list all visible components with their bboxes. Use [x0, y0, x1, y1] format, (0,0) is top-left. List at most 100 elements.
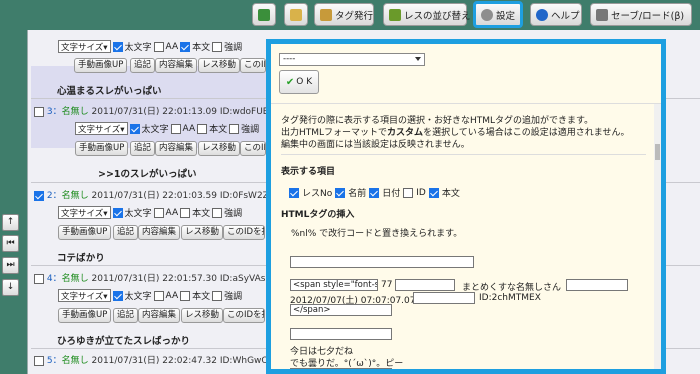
tag-issue-label: タグ発行 [335, 10, 374, 22]
sort-icon [389, 8, 401, 21]
post5-checkbox[interactable] [34, 355, 44, 366]
append-button[interactable]: 追記 [113, 225, 139, 240]
help-button[interactable]: ヘルプ [530, 3, 582, 26]
span-close-input[interactable]: </span> [290, 304, 392, 316]
aa-label: AA [165, 207, 179, 218]
extract-id-button[interactable]: このIDを抽出 [223, 308, 265, 323]
after-name-input[interactable] [566, 279, 628, 291]
bold-label: 太文字 [141, 125, 169, 135]
scroll-down-button[interactable]: ↓ [2, 279, 19, 296]
bold-label: 太文字 [124, 209, 152, 219]
font-size-select[interactable]: 文字サイズ▾ [58, 289, 111, 302]
body-label: 本文 [192, 209, 211, 219]
post2-controls: 文字サイズ▾ 太文字 AA 本文 強調 [58, 206, 242, 219]
post2-header: 2：名無し 2011/07/31(日) 22:01:03.59 ID:0FsW2… [34, 188, 290, 201]
sort-replies-button[interactable]: レスの並び替え [383, 3, 471, 26]
resno-checkbox[interactable] [289, 187, 299, 198]
post5-header: 5：名無し 2011/07/31(日) 22:02:47.32 ID:WhGwO… [34, 353, 292, 366]
body-checkbox[interactable] [428, 187, 439, 198]
aa-checkbox[interactable] [170, 123, 181, 134]
font-size-select[interactable]: 文字サイズ▾ [58, 40, 111, 53]
body-checkbox[interactable] [180, 290, 191, 301]
post5-number: 5： [46, 356, 62, 366]
extract-id-button[interactable]: このIDを抽出 [240, 141, 266, 156]
aa-checkbox[interactable] [153, 290, 164, 301]
html-insert-heading: HTMLタグの挿入 [281, 210, 355, 220]
edit-content-button[interactable]: 内容編集 [138, 308, 181, 323]
save-load-button[interactable]: セーブ/ロード(β) [590, 3, 692, 26]
scrollbar[interactable] [654, 104, 661, 369]
post2-checkbox[interactable] [34, 190, 44, 201]
post4-checkbox[interactable] [34, 273, 44, 284]
font-size-select[interactable]: 文字サイズ▾ [75, 122, 128, 135]
document-button[interactable] [284, 3, 308, 26]
post3-controls: 文字サイズ▾ 太文字 AA 本文 強調 [75, 122, 259, 135]
bold-checkbox[interactable] [112, 41, 123, 52]
upload-image-button[interactable]: 手動画像UP [74, 58, 128, 73]
font-size-select[interactable]: 文字サイズ▾ [58, 206, 111, 219]
extract-id-button[interactable]: このIDを抽出 [223, 225, 265, 240]
upload-image-button[interactable]: 手動画像UP [75, 141, 129, 156]
edit-content-button[interactable]: 内容編集 [155, 141, 198, 156]
append-button[interactable]: 追記 [130, 141, 156, 156]
emph-checkbox[interactable] [229, 123, 240, 134]
body-checkbox[interactable] [180, 207, 191, 218]
after-resno-input[interactable] [395, 279, 455, 291]
edit-content-button[interactable]: 内容編集 [155, 58, 198, 73]
spreadsheet-button[interactable] [252, 3, 276, 26]
append-button[interactable]: 追記 [113, 308, 139, 323]
aa-checkbox[interactable] [153, 41, 164, 52]
preset-select[interactable]: ---- [279, 53, 425, 66]
emph-label: 強調 [224, 292, 243, 302]
check-icon: ✔ [285, 76, 295, 88]
html-input-1[interactable] [290, 256, 474, 268]
aa-label: AA [182, 123, 196, 134]
move-reply-button[interactable]: レス移動 [198, 58, 241, 73]
upload-image-button[interactable]: 手動画像UP [58, 225, 112, 240]
date-checkbox[interactable] [369, 187, 380, 198]
before-body-input[interactable] [290, 328, 392, 340]
aa-label: AA [165, 290, 179, 301]
settings-button[interactable]: 設定 [473, 1, 523, 28]
post3-checkbox[interactable] [34, 106, 44, 117]
scroll-up-button[interactable]: ↑ [2, 214, 19, 231]
post2-number: 2： [46, 191, 62, 201]
bold-checkbox[interactable] [112, 290, 123, 301]
post4-controls: 文字サイズ▾ 太文字 AA 本文 強調 [58, 289, 242, 302]
ok-button[interactable]: ✔ O K [279, 70, 319, 94]
bold-checkbox[interactable] [129, 123, 140, 134]
edit-content-button[interactable]: 内容編集 [138, 225, 181, 240]
document-icon [290, 8, 302, 21]
jump-last-button[interactable]: ⏭ [2, 257, 19, 274]
emph-checkbox[interactable] [212, 290, 223, 301]
append-button[interactable]: 追記 [130, 58, 156, 73]
tag-issue-button[interactable]: タグ発行 [314, 3, 374, 26]
span-open-input[interactable]: <span style="font-size: 12 [290, 279, 378, 291]
scrollbar-thumb[interactable] [655, 144, 660, 160]
move-reply-button[interactable]: レス移動 [181, 308, 224, 323]
id-checkbox[interactable] [403, 187, 414, 198]
emph-checkbox[interactable] [212, 207, 223, 218]
aa-checkbox[interactable] [153, 207, 164, 218]
move-reply-button[interactable]: レス移動 [181, 225, 224, 240]
tag-icon [320, 8, 332, 21]
bold-label: 太文字 [124, 292, 152, 302]
bold-checkbox[interactable] [112, 207, 123, 218]
toolbar: タグ発行 レスの並び替え 設定 ヘルプ セーブ/ロード(β) [0, 0, 700, 30]
upload-image-button[interactable]: 手動画像UP [58, 308, 112, 323]
jump-first-button[interactable]: ⏮ [2, 235, 19, 252]
move-reply-button[interactable]: レス移動 [198, 141, 241, 156]
name-checkbox[interactable] [335, 187, 346, 198]
body-checkbox[interactable] [180, 41, 191, 52]
emph-label: 強調 [241, 125, 260, 135]
after-date-input[interactable] [413, 292, 475, 304]
newline-note: %nl% で改行コードと置き換えられます。 [291, 229, 463, 239]
sort-label: レスの並び替え [404, 10, 471, 22]
desc-line3: 編集中の画面には当該設定は反映されません。 [281, 140, 470, 150]
extract-id-button[interactable]: このIDを抽出 [240, 58, 266, 73]
emph-checkbox[interactable] [212, 41, 223, 52]
aa-label: AA [165, 41, 179, 52]
resno-preview: 77 [381, 280, 393, 290]
after-body-input[interactable] [290, 368, 392, 369]
body-checkbox[interactable] [197, 123, 208, 134]
